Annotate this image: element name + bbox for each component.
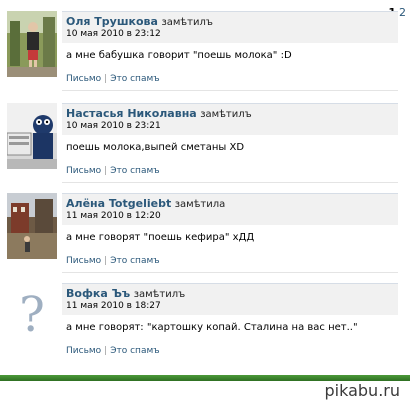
comment-text: а мне говорят "поешь кефира" хДД [66, 232, 255, 243]
comment-text: а мне бабушка говорит "поешь молока" :D [66, 50, 292, 61]
comment-date: 11 мая 2010 в 12:20 [66, 211, 161, 221]
comment-item: Оля Трушкова замѣтилъ 10 мая 2010 в 23:1… [0, 6, 410, 98]
action-text: замѣтилъ [133, 289, 186, 300]
avatar-photo [7, 11, 57, 77]
letter-link[interactable]: Письмо [66, 346, 101, 356]
comment-date: 10 мая 2010 в 23:21 [66, 121, 161, 131]
action-text: замѣтилъ [200, 109, 252, 120]
spam-link[interactable]: Это спамъ [110, 74, 159, 84]
comment-item: Настасья Николавна замѣтилъ 10 мая 2010 … [0, 98, 410, 190]
avatar-photo [7, 193, 57, 259]
spam-link[interactable]: Это спамъ [110, 346, 159, 356]
divider: | [104, 256, 108, 266]
avatar-placeholder[interactable]: ? [7, 280, 57, 350]
spam-link[interactable]: Это спамъ [110, 256, 159, 266]
author-link[interactable]: Оля Трушкова [66, 15, 158, 28]
action-text: замѣтила [174, 199, 226, 210]
comment-date: 10 мая 2010 в 23:12 [66, 29, 161, 39]
comment-item: ? Вофка Ъъ замѣтилъ 11 мая 2010 в 18:27 … [0, 278, 410, 370]
comment-actions: Письмо | Это спамъ [66, 256, 160, 266]
comment-header: Алёна Totgeliebt замѣтила 11 мая 2010 в … [62, 193, 398, 225]
avatar[interactable] [7, 11, 57, 77]
divider: | [104, 166, 108, 176]
comment-text: поешь молока,выпей сметаны XD [66, 142, 245, 153]
author-link[interactable]: Алёна Totgeliebt [66, 197, 171, 210]
letter-link[interactable]: Письмо [66, 166, 101, 176]
comment-item: Алёна Totgeliebt замѣтила 11 мая 2010 в … [0, 188, 410, 280]
author-link[interactable]: Вофка Ъъ [66, 287, 130, 300]
avatar[interactable] [7, 103, 57, 169]
divider: | [104, 74, 108, 84]
spam-link[interactable]: Это спамъ [110, 166, 159, 176]
divider [62, 272, 398, 273]
divider [62, 90, 398, 91]
avatar[interactable] [7, 193, 57, 259]
avatar-photo [7, 103, 57, 169]
divider: | [104, 346, 108, 356]
letter-link[interactable]: Письмо [66, 256, 101, 266]
author-link[interactable]: Настасья Николавна [66, 107, 197, 120]
comment-actions: Письмо | Это спамъ [66, 346, 160, 356]
comment-header: Вофка Ъъ замѣтилъ 11 мая 2010 в 18:27 [62, 283, 398, 315]
action-text: замѣтилъ [161, 17, 213, 28]
comment-actions: Письмо | Это спамъ [66, 166, 160, 176]
divider [62, 182, 398, 183]
comment-date: 11 мая 2010 в 18:27 [66, 301, 161, 311]
comment-text: а мне говорят: "картошку копай. Сталина … [66, 322, 358, 333]
comment-actions: Письмо | Это спамъ [66, 74, 160, 84]
comment-header: Оля Трушкова замѣтилъ 10 мая 2010 в 23:1… [62, 11, 398, 43]
letter-link[interactable]: Письмо [66, 74, 101, 84]
comment-header: Настасья Николавна замѣтилъ 10 мая 2010 … [62, 103, 398, 135]
site-watermark: pikabu.ru [324, 381, 401, 400]
